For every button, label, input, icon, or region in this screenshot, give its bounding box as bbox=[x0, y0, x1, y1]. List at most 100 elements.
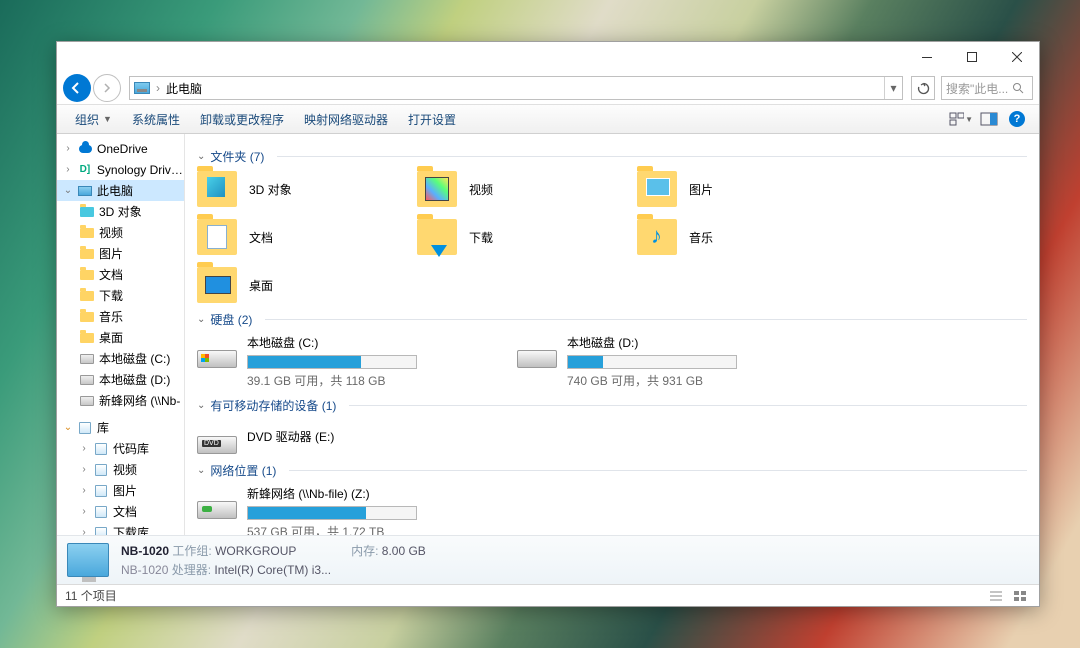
command-bar: 组织▼ 系统属性 卸载或更改程序 映射网络驱动器 打开设置 ▼ ? bbox=[57, 104, 1039, 134]
drive-dvd[interactable]: DVD 驱动器 (E:) bbox=[197, 420, 1027, 454]
nav-libraries[interactable]: ⌄库 bbox=[57, 417, 184, 438]
folder-downloads[interactable]: 下载 bbox=[417, 219, 637, 255]
details-pane: NB-1020 工作组: WORKGROUP 内存: 8.00 GB NB-10… bbox=[57, 535, 1039, 584]
library-icon bbox=[95, 506, 107, 518]
nav-onedrive[interactable]: ›OneDrive bbox=[57, 138, 184, 159]
folder-icon bbox=[80, 291, 94, 301]
folder-music[interactable]: 音乐 bbox=[637, 219, 857, 255]
help-button[interactable]: ? bbox=[1005, 109, 1029, 129]
library-icon bbox=[95, 464, 107, 476]
titlebar bbox=[57, 42, 1039, 72]
address-dropdown[interactable]: ▾ bbox=[884, 77, 902, 99]
view-options-button[interactable]: ▼ bbox=[949, 109, 973, 129]
drive-icon bbox=[80, 354, 94, 364]
dvd-drive-icon bbox=[197, 436, 237, 454]
group-network-header[interactable]: ⌄网络位置 (1) bbox=[197, 462, 1027, 479]
folder-icon bbox=[417, 219, 457, 255]
nav-lib-documents[interactable]: ›文档 bbox=[57, 501, 184, 522]
usage-bar bbox=[247, 506, 417, 520]
folder-icon bbox=[80, 228, 94, 238]
status-bar: 11 个项目 bbox=[57, 584, 1039, 606]
open-settings-button[interactable]: 打开设置 bbox=[398, 108, 466, 131]
drive-icon bbox=[80, 375, 94, 385]
computer-icon bbox=[67, 543, 109, 577]
maximize-button[interactable] bbox=[949, 42, 994, 72]
nav-synology[interactable]: ›D]Synology Drive · bbox=[57, 159, 184, 180]
pc-icon bbox=[78, 186, 92, 196]
folder-icon bbox=[80, 312, 94, 322]
folder-3d-objects[interactable]: 3D 对象 bbox=[197, 171, 417, 207]
details-view-button[interactable] bbox=[985, 588, 1007, 604]
nav-documents[interactable]: 文档 bbox=[57, 264, 184, 285]
folder-icon bbox=[80, 270, 94, 280]
folder-desktop[interactable]: 桌面 bbox=[197, 267, 417, 303]
search-icon bbox=[1012, 82, 1024, 94]
computer-name: NB-1020 bbox=[121, 544, 169, 558]
forward-button[interactable] bbox=[93, 74, 121, 102]
folder-documents[interactable]: 文档 bbox=[197, 219, 417, 255]
large-icons-view-button[interactable] bbox=[1009, 588, 1031, 604]
folder-icon bbox=[637, 171, 677, 207]
nav-lib-code[interactable]: ›代码库 bbox=[57, 438, 184, 459]
library-icon bbox=[95, 527, 107, 536]
group-removable-header[interactable]: ⌄有可移动存储的设备 (1) bbox=[197, 397, 1027, 414]
folder-icon bbox=[417, 171, 457, 207]
back-button[interactable] bbox=[63, 74, 91, 102]
nav-videos[interactable]: 视频 bbox=[57, 222, 184, 243]
drive-d[interactable]: 本地磁盘 (D:) 740 GB 可用，共 931 GB bbox=[517, 334, 817, 389]
items-view: ⌄文件夹 (7) 3D 对象 视频 图片 文档 下载 音乐 桌面 ⌄硬盘 (2)… bbox=[185, 134, 1039, 535]
network-drive-icon bbox=[80, 396, 94, 406]
folder-icon bbox=[637, 219, 677, 255]
system-properties-button[interactable]: 系统属性 bbox=[122, 108, 190, 131]
group-drives-header[interactable]: ⌄硬盘 (2) bbox=[197, 311, 1027, 328]
nav-pictures[interactable]: 图片 bbox=[57, 243, 184, 264]
nav-drive-c[interactable]: 本地磁盘 (C:) bbox=[57, 348, 184, 369]
drive-z[interactable]: 新蜂网络 (\\Nb-file) (Z:) 537 GB 可用，共 1.72 T… bbox=[197, 485, 1027, 535]
usage-bar bbox=[567, 355, 737, 369]
folder-icon bbox=[197, 219, 237, 255]
drive-c[interactable]: 本地磁盘 (C:) 39.1 GB 可用，共 118 GB bbox=[197, 334, 497, 389]
item-count: 11 个项目 bbox=[65, 587, 117, 604]
pc-icon bbox=[134, 82, 150, 94]
nav-downloads[interactable]: 下载 bbox=[57, 285, 184, 306]
folder-icon bbox=[80, 333, 94, 343]
synology-icon: D] bbox=[77, 162, 93, 178]
drive-icon bbox=[197, 350, 237, 368]
refresh-button[interactable] bbox=[911, 76, 935, 100]
folder-pictures[interactable]: 图片 bbox=[637, 171, 857, 207]
preview-pane-button[interactable] bbox=[977, 109, 1001, 129]
address-text: 此电脑 bbox=[166, 80, 202, 97]
organize-menu[interactable]: 组织▼ bbox=[65, 108, 122, 131]
map-network-drive-button[interactable]: 映射网络驱动器 bbox=[294, 108, 398, 131]
search-box[interactable]: 搜索"此电... bbox=[941, 76, 1033, 100]
nav-3d-objects[interactable]: 3D 对象 bbox=[57, 201, 184, 222]
folder-icon bbox=[197, 171, 237, 207]
navigation-pane: ›OneDrive ›D]Synology Drive · ⌄此电脑 3D 对象… bbox=[57, 134, 185, 535]
nav-music[interactable]: 音乐 bbox=[57, 306, 184, 327]
nav-lib-pictures[interactable]: ›图片 bbox=[57, 480, 184, 501]
usage-bar bbox=[247, 355, 417, 369]
nav-drive-d[interactable]: 本地磁盘 (D:) bbox=[57, 369, 184, 390]
uninstall-programs-button[interactable]: 卸载或更改程序 bbox=[190, 108, 294, 131]
nav-this-pc[interactable]: ⌄此电脑 bbox=[57, 180, 184, 201]
network-drive-icon bbox=[197, 501, 237, 519]
folder-icon bbox=[80, 207, 94, 217]
library-icon bbox=[95, 485, 107, 497]
search-placeholder: 搜索"此电... bbox=[946, 80, 1008, 97]
nav-desktop[interactable]: 桌面 bbox=[57, 327, 184, 348]
folder-icon bbox=[80, 249, 94, 259]
nav-lib-downloads[interactable]: ›下载库 bbox=[57, 522, 184, 535]
explorer-window: › 此电脑 ▾ 搜索"此电... 组织▼ 系统属性 卸载或更改程序 映射网络驱动… bbox=[56, 41, 1040, 607]
group-folders-header[interactable]: ⌄文件夹 (7) bbox=[197, 148, 1027, 165]
close-button[interactable] bbox=[994, 42, 1039, 72]
drive-icon bbox=[517, 350, 557, 368]
navigation-bar: › 此电脑 ▾ 搜索"此电... bbox=[57, 72, 1039, 104]
minimize-button[interactable] bbox=[904, 42, 949, 72]
folder-icon bbox=[197, 267, 237, 303]
address-bar[interactable]: › 此电脑 ▾ bbox=[129, 76, 903, 100]
library-icon bbox=[95, 443, 107, 455]
folder-videos[interactable]: 视频 bbox=[417, 171, 637, 207]
nav-lib-video[interactable]: ›视频 bbox=[57, 459, 184, 480]
cloud-icon bbox=[79, 145, 92, 153]
nav-network-location[interactable]: 新蜂网络 (\\Nb- bbox=[57, 390, 184, 411]
